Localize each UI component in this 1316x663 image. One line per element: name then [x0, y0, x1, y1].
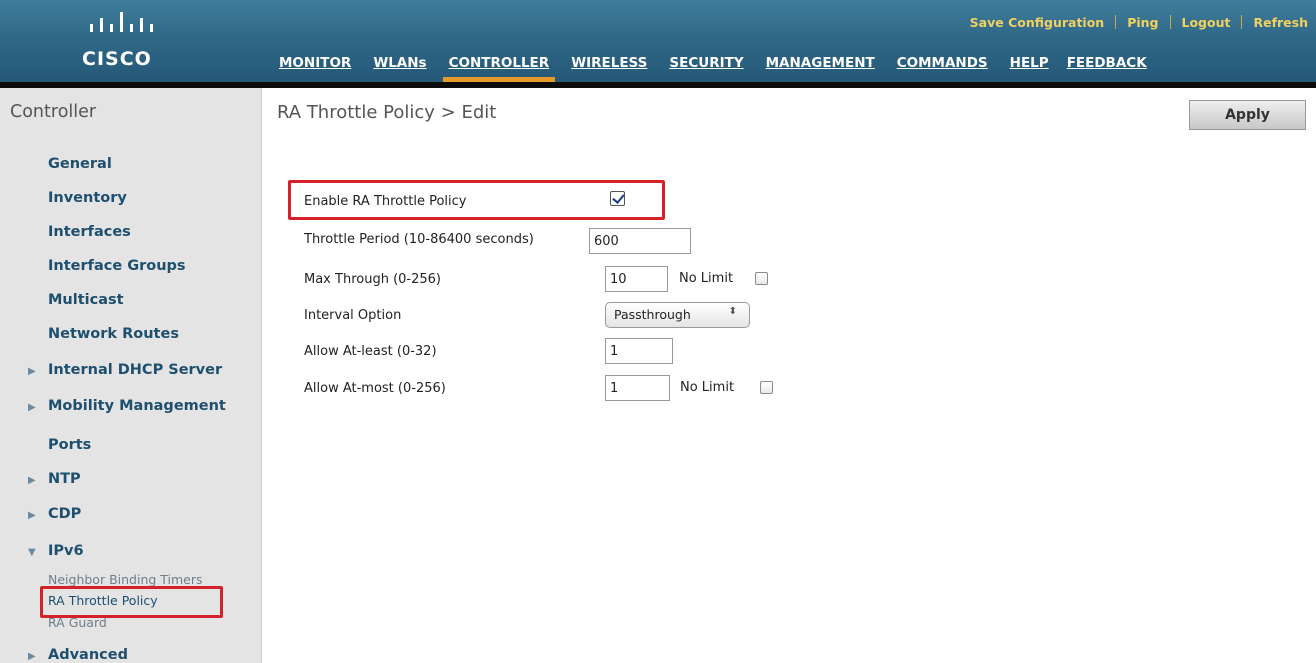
interval-option-value: Passthrough — [614, 307, 691, 322]
triangle-right-icon: ▶ — [28, 510, 36, 521]
allow-at-most-label: Allow At-most (0-256) — [304, 381, 446, 396]
nav-security[interactable]: SECURITY — [669, 55, 743, 71]
nav-wireless[interactable]: WIRELESS — [571, 55, 647, 71]
allow-at-most-no-limit-checkbox[interactable] — [760, 381, 773, 394]
triangle-right-icon: ▶ — [28, 475, 36, 486]
sidebar-item-label: Advanced — [48, 647, 128, 663]
sidebar-item-inventory[interactable]: Inventory — [48, 190, 127, 206]
triangle-right-icon: ▶ — [28, 402, 36, 413]
highlight-box — [40, 586, 223, 618]
sidebar-item-label: Mobility Management — [48, 398, 226, 414]
max-through-no-limit-checkbox[interactable] — [755, 272, 768, 285]
nav-feedback[interactable]: FEEDBACK — [1067, 55, 1147, 71]
sidebar-item-label: Internal DHCP Server — [48, 362, 223, 378]
select-arrows-icon: ⬍ — [728, 306, 737, 317]
interval-option-select[interactable]: Passthrough ⬍ — [605, 302, 750, 328]
cisco-wordmark: CISCO — [82, 48, 152, 70]
separator — [1169, 15, 1171, 29]
sidebar-item-label: IPv6 — [48, 543, 84, 559]
sidebar-item-interfaces[interactable]: Interfaces — [48, 224, 131, 240]
ping-link[interactable]: Ping — [1127, 15, 1158, 30]
cisco-logo: CISCO — [62, 8, 192, 78]
sidebar-item-internal-dhcp-server[interactable]: ▶ Internal DHCP Server — [28, 362, 222, 378]
separator — [1241, 15, 1243, 29]
throttle-period-input[interactable] — [589, 228, 691, 254]
page-title: RA Throttle Policy > Edit — [277, 102, 497, 123]
sidebar-title: Controller — [10, 102, 97, 122]
allow-at-least-input[interactable] — [605, 338, 673, 364]
sidebar-item-interface-groups[interactable]: Interface Groups — [48, 258, 186, 274]
sidebar-item-general[interactable]: General — [48, 156, 112, 172]
no-limit-label: No Limit — [679, 271, 734, 286]
no-limit-label: No Limit — [680, 380, 735, 395]
sidebar-item-multicast[interactable]: Multicast — [48, 292, 124, 308]
nav-commands[interactable]: COMMANDS — [897, 55, 988, 71]
separator — [1115, 15, 1117, 29]
nav-wlans[interactable]: WLANs — [373, 55, 426, 71]
apply-button[interactable]: Apply — [1189, 100, 1306, 130]
sidebar-item-ipv6[interactable]: ▼ IPv6 — [28, 543, 84, 559]
save-configuration-link[interactable]: Save Configuration — [970, 15, 1105, 30]
allow-at-least-label: Allow At-least (0-32) — [304, 344, 437, 359]
sidebar-item-label: CDP — [48, 506, 82, 522]
sidebar-item-ntp[interactable]: ▶ NTP — [28, 471, 81, 487]
refresh-link[interactable]: Refresh — [1253, 15, 1308, 30]
sidebar-item-mobility-management[interactable]: ▶ Mobility Management — [28, 398, 226, 414]
sidebar-subitem-neighbor-binding-timers[interactable]: Neighbor Binding Timers — [48, 572, 203, 587]
max-through-input[interactable] — [605, 266, 668, 292]
top-header: CISCO Save Configuration Ping Logout Ref… — [0, 0, 1316, 88]
sidebar-item-cdp[interactable]: ▶ CDP — [28, 506, 81, 522]
sidebar-item-label: NTP — [48, 471, 81, 487]
nav-management[interactable]: MANAGEMENT — [766, 55, 875, 71]
main-content: RA Throttle Policy > Edit Apply Enable R… — [263, 88, 1316, 663]
allow-at-most-input[interactable] — [605, 375, 670, 401]
throttle-period-label: Throttle Period (10-86400 seconds) — [304, 232, 534, 247]
triangle-right-icon: ▶ — [28, 651, 36, 662]
nav-controller[interactable]: CONTROLLER — [442, 55, 555, 82]
sidebar: Controller General Inventory Interfaces … — [0, 88, 262, 663]
nav-monitor[interactable]: MONITOR — [279, 55, 351, 71]
nav-help[interactable]: HELP — [1010, 55, 1049, 71]
interval-option-label: Interval Option — [304, 308, 402, 323]
logout-link[interactable]: Logout — [1182, 15, 1231, 30]
sidebar-item-ports[interactable]: Ports — [48, 437, 91, 453]
sidebar-item-network-routes[interactable]: Network Routes — [48, 326, 179, 342]
main-nav: MONITOR WLANs CONTROLLER WIRELESS SECURI… — [279, 50, 1147, 82]
utility-links: Save Configuration Ping Logout Refresh — [970, 11, 1308, 33]
sidebar-item-advanced[interactable]: ▶ Advanced — [28, 647, 128, 663]
triangle-down-icon: ▼ — [28, 547, 36, 558]
highlight-box — [288, 180, 665, 220]
max-through-label: Max Through (0-256) — [304, 272, 441, 287]
triangle-right-icon: ▶ — [28, 366, 36, 377]
